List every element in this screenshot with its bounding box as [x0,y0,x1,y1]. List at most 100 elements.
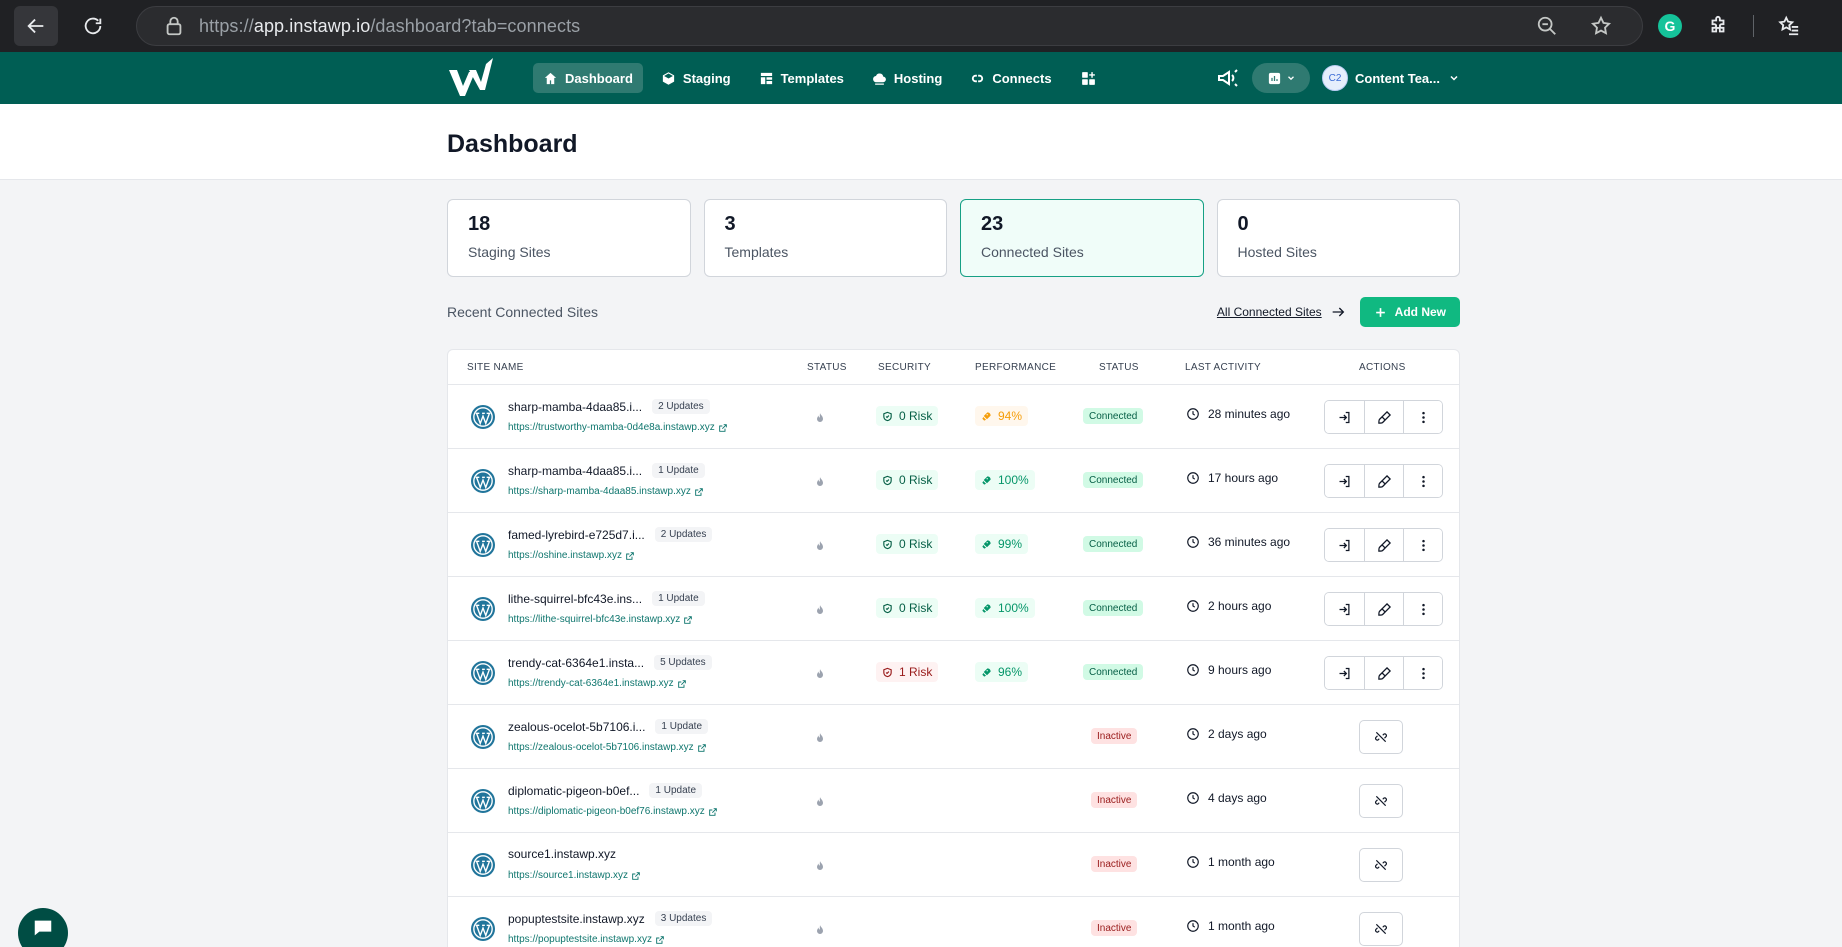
site-name-text: source1.instawp.xyz [508,847,617,861]
performance-badge[interactable]: 96% [975,662,1029,682]
updates-badge[interactable]: 1 Update [652,463,705,478]
disconnect-button[interactable] [1359,720,1403,754]
stat-card-staging[interactable]: 18 Staging Sites [447,199,691,277]
site-url-link[interactable]: https://zealous-ocelot-5b7106.instawp.xy… [508,742,706,753]
magic-login-button[interactable] [1325,401,1364,433]
security-badge[interactable]: 0 Risk [876,406,939,426]
extensions-button[interactable] [1705,13,1731,39]
section-title: Recent Connected Sites [447,304,598,320]
site-url-link[interactable]: https://sharp-mamba-4daa85.instawp.xyz [508,486,703,497]
user-name[interactable]: Content Tea... [1355,71,1440,86]
zoom-out-icon[interactable] [1536,15,1558,37]
disconnect-button[interactable] [1359,784,1403,818]
site-name[interactable]: diplomatic-pigeon-b0ef... 1 Update [508,783,703,798]
favorite-star-icon[interactable] [1590,15,1612,37]
col-performance: PERFORMANCE [975,362,1057,373]
cleanup-button[interactable] [1364,465,1403,497]
site-name[interactable]: zealous-ocelot-5b7106.i... 1 Update [508,719,709,734]
disconnect-button[interactable] [1359,912,1403,946]
nav-templates[interactable]: Templates [749,63,854,93]
site-url-link[interactable]: https://diplomatic-pigeon-b0ef76.instawp… [508,806,717,817]
nav-dashboard[interactable]: Dashboard [533,63,643,93]
updates-badge[interactable]: 2 Updates [654,527,713,542]
more-actions-button[interactable] [1403,593,1442,625]
site-url-link[interactable]: https://source1.instawp.xyz [508,870,640,881]
cleanup-button[interactable] [1364,401,1403,433]
cleanup-button[interactable] [1364,529,1403,561]
chevron-down-icon [1287,76,1294,81]
stat-value: 23 [981,213,1004,235]
plan-dropdown-button[interactable] [1252,63,1311,93]
site-url-link[interactable]: https://trustworthy-mamba-0d4e8a.instawp… [508,422,727,433]
nav-staging[interactable]: Staging [651,63,741,93]
favorites-button[interactable] [1776,13,1802,39]
unlink-icon [1374,858,1388,872]
site-name[interactable]: source1.instawp.xyz [508,847,616,861]
disconnect-button[interactable] [1359,848,1403,882]
grammarly-extension[interactable]: G [1657,13,1683,39]
site-url-link[interactable]: https://lithe-squirrel-bfc43e.instawp.xy… [508,614,693,625]
nav-connects[interactable]: Connects [960,63,1061,93]
performance-badge[interactable]: 100% [975,598,1035,618]
site-name[interactable]: trendy-cat-6364e1.insta... 5 Updates [508,655,712,670]
nav-apps[interactable] [1070,63,1107,93]
more-actions-button[interactable] [1403,657,1442,689]
cleanup-button[interactable] [1364,657,1403,689]
arrow-right-icon[interactable] [1330,304,1346,320]
clock-icon [1186,599,1208,613]
home-icon [544,72,557,84]
back-button[interactable] [14,6,58,46]
site-url-link[interactable]: https://trendy-cat-6364e1.instawp.xyz [508,678,686,689]
megaphone-icon[interactable] [1216,66,1240,90]
site-url-link[interactable]: https://popuptestsite.instawp.xyz [508,934,664,945]
all-connected-sites-link[interactable]: All Connected Sites [1217,305,1322,319]
site-name[interactable]: lithe-squirrel-bfc43e.ins... 1 Update [508,591,705,606]
updates-badge[interactable]: 1 Update [649,783,703,798]
stat-card-connected[interactable]: 23 Connected Sites [960,199,1204,277]
more-actions-button[interactable] [1403,401,1442,433]
magic-login-button[interactable] [1325,465,1364,497]
security-badge[interactable]: 0 Risk [876,534,939,554]
stat-card-hosted[interactable]: 0 Hosted Sites [1216,199,1460,277]
security-badge[interactable]: 0 Risk [876,598,939,618]
site-name[interactable]: popuptestsite.instawp.xyz 3 Updates [508,911,713,926]
security-badge[interactable]: 0 Risk [876,470,939,490]
security-badge[interactable]: 1 Risk [876,662,939,682]
reload-button[interactable] [68,6,118,46]
add-new-button[interactable]: Add New [1359,297,1460,327]
instawp-logo[interactable] [447,58,493,98]
updates-badge[interactable]: 5 Updates [654,655,712,670]
site-url-text: https://sharp-mamba-4daa85.instawp.xyz [508,486,691,497]
magic-login-button[interactable] [1325,657,1364,689]
flame-icon [814,923,826,935]
performance-badge[interactable]: 100% [975,470,1035,490]
row-actions [1324,464,1443,498]
apps-grid-icon [1081,71,1095,85]
more-actions-button[interactable] [1403,529,1442,561]
site-url-text: https://oshine.instawp.xyz [508,550,622,561]
performance-badge[interactable]: 94% [975,406,1029,426]
performance-badge[interactable]: 99% [975,534,1029,554]
chat-button[interactable] [18,908,68,947]
updates-badge[interactable]: 3 Updates [654,911,713,926]
site-name[interactable]: sharp-mamba-4daa85.i... 2 Updates [508,399,710,414]
site-name[interactable]: sharp-mamba-4daa85.i... 1 Update [508,463,705,478]
avatar[interactable]: C2 [1322,65,1349,91]
site-url-text: https://source1.instawp.xyz [508,870,629,881]
site-name[interactable]: famed-lyrebird-e725d7.i... 2 Updates [508,527,713,542]
updates-badge[interactable]: 1 Update [652,591,705,606]
magic-login-button[interactable] [1325,529,1364,561]
address-bar[interactable]: https://app.instawp.io/dashboard?tab=con… [136,6,1643,46]
brush-icon [1377,602,1392,617]
lock-icon [166,16,182,36]
updates-badge[interactable]: 2 Updates [652,399,710,414]
stat-card-templates[interactable]: 3 Templates [703,199,947,277]
cleanup-button[interactable] [1364,593,1403,625]
updates-badge[interactable]: 1 Update [655,719,709,734]
chevron-down-icon[interactable] [1448,72,1460,84]
magic-login-button[interactable] [1325,593,1364,625]
nav-hosting[interactable]: Hosting [862,63,952,93]
stat-label: Staging Sites [468,244,551,260]
more-actions-button[interactable] [1403,465,1442,497]
site-url-link[interactable]: https://oshine.instawp.xyz [508,550,634,561]
